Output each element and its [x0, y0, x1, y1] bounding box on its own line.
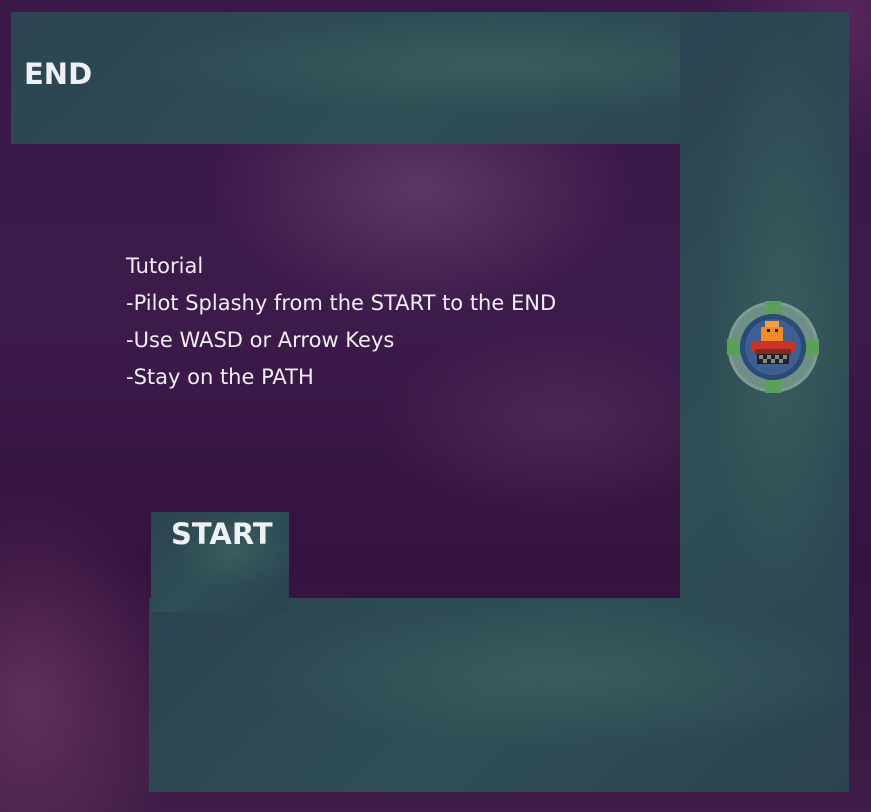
tutorial-title: Tutorial	[126, 254, 204, 278]
splash-check	[759, 355, 763, 359]
splash-check	[763, 359, 767, 363]
ring-stripe	[727, 339, 741, 355]
duck-eye	[767, 329, 770, 332]
duck-body	[761, 327, 783, 343]
splash-check	[775, 355, 779, 359]
splash-check	[783, 355, 787, 359]
game-canvas[interactable]: END START Tutorial -Pilot Splashy from t…	[0, 0, 871, 812]
tutorial-text: Tutorial -Pilot Splashy from the START t…	[126, 248, 556, 396]
duck-eye	[775, 329, 778, 332]
start-label: START	[171, 517, 273, 551]
ring-stripe	[765, 379, 781, 393]
ring-stripe	[765, 301, 781, 315]
splash-check	[767, 355, 771, 359]
splashy-player-icon[interactable]	[725, 299, 821, 395]
tutorial-line: -Pilot Splashy from the START to the END	[126, 291, 557, 315]
tutorial-line: -Stay on the PATH	[126, 365, 314, 389]
tutorial-line: -Use WASD or Arrow Keys	[126, 328, 395, 352]
end-label: END	[24, 57, 93, 91]
splash-check	[779, 359, 783, 363]
splash-check	[771, 359, 775, 363]
ring-stripe	[805, 339, 819, 355]
path-segment-bottom	[149, 598, 849, 792]
